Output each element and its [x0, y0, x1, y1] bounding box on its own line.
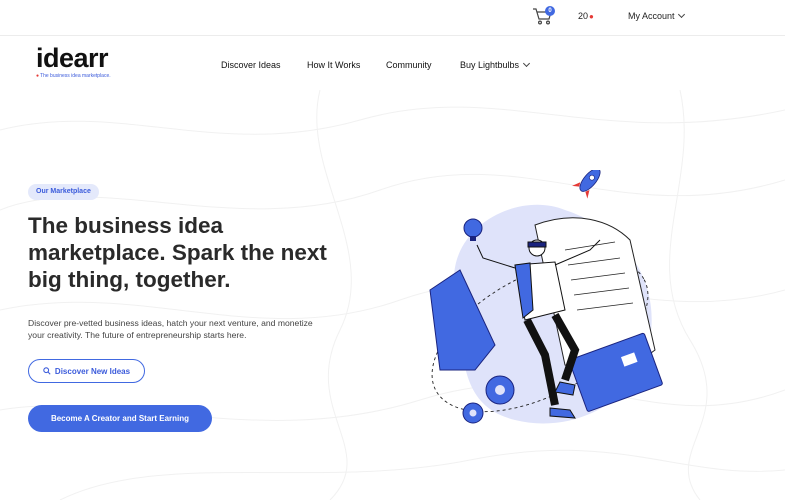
nav-buy-lightbulbs[interactable]: Buy Lightbulbs	[460, 59, 531, 70]
rocket-icon	[572, 170, 601, 199]
background-contours	[0, 90, 785, 500]
site-logo[interactable]: idearr	[36, 44, 109, 72]
nav-buy-lightbulbs-label: Buy Lightbulbs	[460, 60, 520, 70]
hero-title: The business idea marketplace. Spark the…	[28, 213, 327, 292]
lightbulb-pin-icon: ●	[36, 73, 40, 79]
cart-count-badge: 0	[545, 6, 555, 16]
chevron-down-icon	[677, 10, 685, 19]
top-bar: 0 20 ● My Account	[0, 0, 785, 36]
discover-new-ideas-button[interactable]: Discover New Ideas	[28, 359, 145, 383]
my-account-menu[interactable]: My Account	[628, 10, 685, 21]
site-tagline: ● The business idea marketplace.	[36, 73, 111, 79]
become-creator-button[interactable]: Become A Creator and Start Earning	[28, 405, 212, 432]
discover-new-ideas-label: Discover New Ideas	[54, 366, 131, 376]
marketplace-pill: Our Marketplace	[28, 184, 99, 200]
tagline-text: The business idea marketplace.	[40, 73, 111, 79]
hero-description: Discover pre-vetted business ideas, hatc…	[28, 318, 313, 340]
my-account-label: My Account	[628, 11, 675, 21]
lightbulb-pin-icon: ●	[589, 11, 594, 21]
nav-how-it-works[interactable]: How It Works	[307, 60, 360, 70]
nav-community[interactable]: Community	[386, 60, 432, 70]
nav-discover-ideas[interactable]: Discover Ideas	[221, 60, 281, 70]
hero-illustration	[429, 170, 663, 424]
lightbulb-count: 20	[578, 11, 589, 21]
search-icon	[43, 367, 51, 375]
lightbulb-balance[interactable]: 20 ●	[578, 11, 594, 21]
chevron-down-icon	[523, 59, 531, 68]
